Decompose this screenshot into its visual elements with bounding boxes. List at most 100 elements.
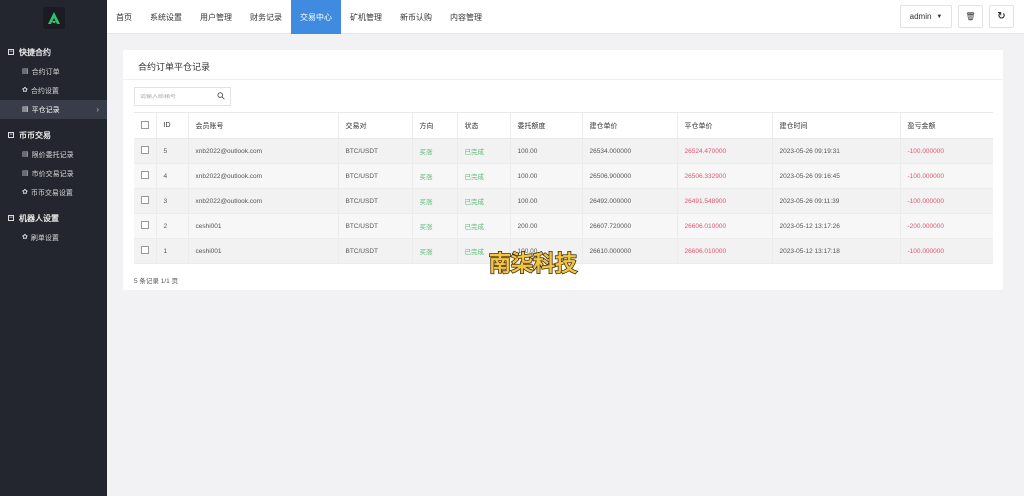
table-row[interactable]: 2 ceshi001 BTC/USDT 买涨 已完成 200.00 26607.… [134,213,993,239]
table-row[interactable]: 4 xnb2022@outlook.com BTC/USDT 买涨 已完成 10… [134,163,993,189]
row-checkbox[interactable] [141,171,149,179]
header-status: 状态 [456,112,510,139]
nav-user-management[interactable]: 用户管理 [191,0,241,34]
panel-divider [123,79,1003,80]
cell-close-price: 26606.010000 [676,213,772,239]
refresh-button[interactable]: ↻ [989,5,1014,28]
select-all-checkbox[interactable] [141,120,149,129]
sidebar-group-spot-trading[interactable]: − 币币交易 [0,125,107,145]
cell-status: 已完成 [456,163,510,189]
list-icon: ▤ [22,170,29,177]
sidebar-group-quick-contract[interactable]: − 快捷合约 [0,42,107,62]
pagination-info: 5 条记录 1/1 页 [134,278,179,285]
cell-id: 4 [155,163,188,189]
table-header-row: ID 会员账号 交易对 方向 状态 委托额度 建仓单价 平仓单价 建仓时间 盈亏… [134,112,993,139]
row-select[interactable] [134,163,156,189]
row-select[interactable] [134,188,156,214]
nav-miner-management[interactable]: 矿机管理 [341,0,391,34]
cell-direction: 买涨 [411,188,457,214]
refresh-icon: ↻ [997,11,1006,22]
cell-direction: 买涨 [411,213,457,239]
row-checkbox[interactable] [141,146,149,154]
header-pnl: 盈亏金额 [899,112,993,139]
logo[interactable] [42,7,65,29]
list-icon: ▤ [22,68,29,75]
cell-pair: BTC/USDT [337,138,412,164]
cell-status: 已完成 [456,188,510,214]
nav-new-coin-subscription[interactable]: 新币认购 [391,0,441,34]
sidebar-group-robot-settings[interactable]: − 机器人设置 [0,208,107,228]
row-checkbox[interactable] [141,221,149,229]
header-open-time: 建仓时间 [771,112,900,139]
panel-title: 合约订单平仓记录 [138,62,211,72]
row-checkbox[interactable] [141,246,149,254]
clear-cache-button[interactable]: 🗑 [958,5,983,28]
collapse-icon: − [8,49,14,55]
cell-id: 5 [155,138,188,164]
sidebar-item-close-records[interactable]: ▤ 平仓记录 › [0,100,107,119]
sidebar-item-market-trades[interactable]: ▤ 市价交易记录 [0,164,107,183]
cell-open-time: 2023-05-12 13:17:26 [771,213,900,239]
collapse-icon: − [8,215,14,221]
sidebar-item-spot-settings[interactable]: ✿ 币币交易设置 [0,183,107,202]
nav-content-management[interactable]: 内容管理 [441,0,491,34]
nav-home[interactable]: 首页 [107,0,141,34]
sidebar-item-contract-settings[interactable]: ✿ 合约设置 [0,81,107,100]
top-right-actions: admin ▼ 🗑 ↻ [900,5,1014,28]
main-nav: 首页 系统设置 用户管理 财务记录 交易中心 矿机管理 新币认购 内容管理 [107,0,1024,34]
cell-open-price: 26534.000000 [581,138,677,164]
nav-finance-records[interactable]: 财务记录 [241,0,291,34]
row-select[interactable] [134,238,156,264]
top-navbar: 首页 系统设置 用户管理 财务记录 交易中心 矿机管理 新币认购 内容管理 ad… [107,0,1024,34]
collapse-icon: − [8,132,14,138]
cell-open-time: 2023-05-12 13:17:18 [771,238,900,264]
cell-pnl: -100.000000 [899,238,993,264]
nav-system-settings[interactable]: 系统设置 [141,0,191,34]
sidebar-item-brush-settings[interactable]: ✿ 刷单设置 [0,228,107,247]
cell-status: 已完成 [456,138,510,164]
cell-open-time: 2023-05-26 09:19:31 [771,138,900,164]
nav-trading-center[interactable]: 交易中心 [291,0,341,34]
row-checkbox[interactable] [141,196,149,204]
cell-open-price: 26492.000000 [581,188,677,214]
header-close-price: 平仓单价 [676,112,772,139]
cell-pnl: -200.000000 [899,213,993,239]
cell-close-price: 26524.470000 [676,138,772,164]
cell-direction: 买涨 [411,163,457,189]
sidebar-item-label: 币币交易设置 [30,189,73,197]
row-select[interactable] [134,138,156,164]
cell-amount: 100.00 [509,163,582,189]
logo-area [0,0,107,36]
cell-direction: 买涨 [411,138,457,164]
admin-menu-button[interactable]: admin ▼ [900,5,952,28]
sidebar-group-label: 机器人设置 [19,213,59,223]
sidebar-item-contract-orders[interactable]: ▤ 合约订单 [0,62,107,81]
cell-close-price: 26506.332900 [676,163,772,189]
header-amount: 委托额度 [509,112,582,139]
gear-icon: ✿ [22,87,28,94]
cell-id: 2 [155,213,188,239]
row-select[interactable] [134,213,156,239]
sidebar: − 快捷合约 ▤ 合约订单 ✿ 合约设置 ▤ 平仓记录 › − 币币交易 ▤ 限价委托记录 … [0,0,107,496]
sidebar-item-limit-orders[interactable]: ▤ 限价委托记录 [0,145,107,164]
cell-account: ceshi001 [187,213,338,239]
search-box: ⚲ [134,87,231,106]
cell-open-time: 2023-05-26 09:16:45 [771,163,900,189]
table-row[interactable]: 5 xnb2022@outlook.com BTC/USDT 买涨 已完成 10… [134,138,993,164]
cell-open-time: 2023-05-26 09:11:39 [771,188,900,214]
search-input[interactable] [140,93,210,100]
table-row[interactable]: 3 xnb2022@outlook.com BTC/USDT 买涨 已完成 10… [134,188,993,214]
cell-id: 1 [155,238,188,264]
cell-open-price: 26506.900000 [581,163,677,189]
caret-down-icon: ▼ [936,13,943,20]
sidebar-menu: − 快捷合约 ▤ 合约订单 ✿ 合约设置 ▤ 平仓记录 › − 币币交易 ▤ 限价委托记录 … [0,42,107,247]
cell-close-price: 26491.548900 [676,188,772,214]
header-select-all[interactable] [134,112,156,139]
cell-status: 已完成 [456,213,510,239]
list-icon: ▤ [22,151,29,158]
search-icon[interactable]: ⚲ [215,90,228,103]
chevron-right-icon: › [96,105,99,114]
header-direction: 方向 [411,112,457,139]
sidebar-item-label: 市价交易记录 [31,170,74,178]
cell-pair: BTC/USDT [337,163,412,189]
